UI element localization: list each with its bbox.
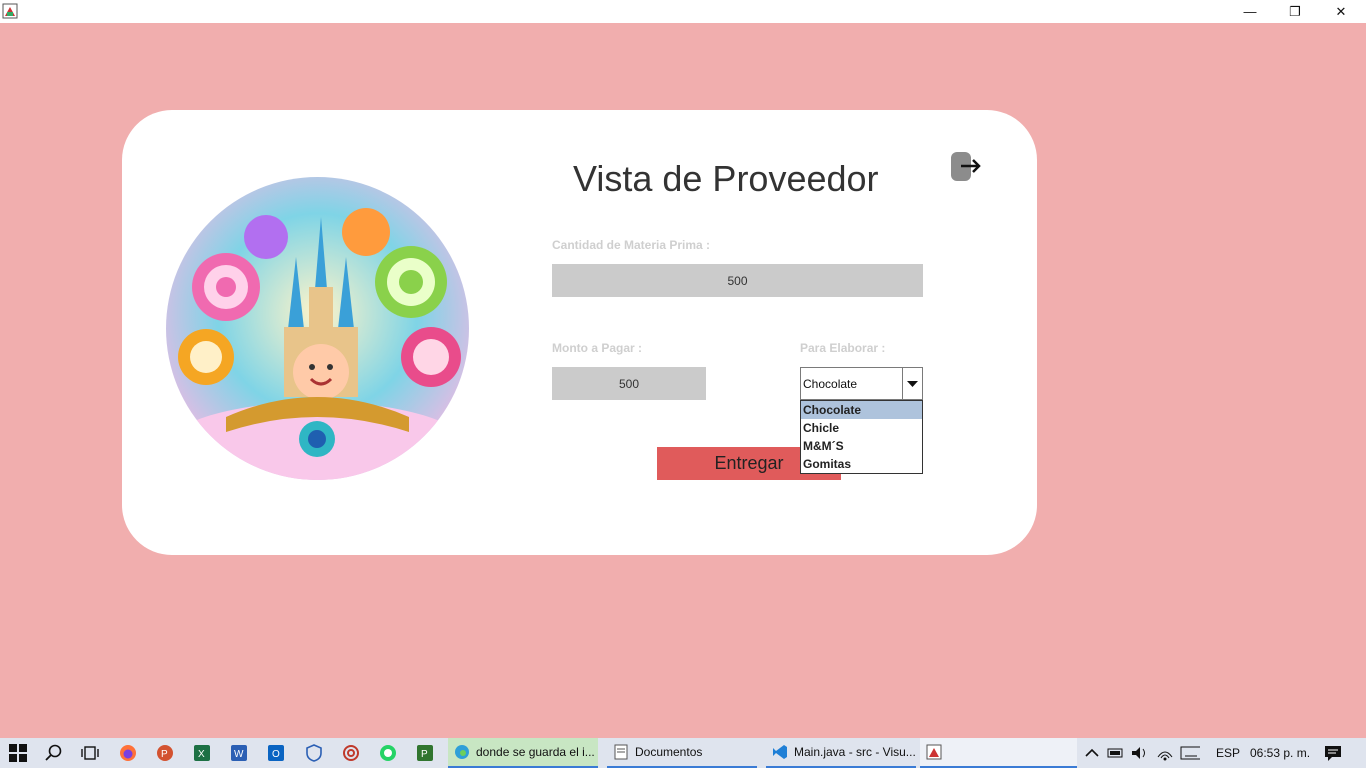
firefox-icon[interactable]: [118, 743, 138, 763]
whatsapp-icon[interactable]: [378, 743, 398, 763]
minimize-button[interactable]: —: [1227, 0, 1273, 23]
notifications-icon[interactable]: [1323, 743, 1343, 763]
make-label: Para Elaborar :: [800, 341, 886, 355]
quantity-field[interactable]: 500: [552, 264, 923, 297]
svg-text:X: X: [198, 749, 205, 760]
chevron-down-icon[interactable]: [903, 368, 922, 399]
close-button[interactable]: ✕: [1318, 0, 1364, 23]
task-view-icon[interactable]: [80, 743, 100, 763]
taskbar-task-vscode[interactable]: Main.java - src - Visu...: [766, 738, 916, 768]
product-select[interactable]: Chocolate: [800, 367, 923, 400]
taskbar: P X W O P donde se guarda el i... Docume…: [0, 738, 1366, 768]
product-dropdown-list: Chocolate Chicle M&M´S Gomitas: [800, 400, 923, 474]
excel-icon[interactable]: X: [192, 743, 212, 763]
taskbar-task-java-app[interactable]: [920, 738, 1077, 768]
dropdown-option-gomitas[interactable]: Gomitas: [801, 455, 922, 473]
project-icon[interactable]: P: [415, 743, 435, 763]
taskbar-task-label: Main.java - src - Visu...: [794, 745, 916, 759]
volume-icon[interactable]: [1130, 743, 1150, 763]
candy-castle-image: [166, 177, 469, 480]
taskbar-task-label: Documentos: [635, 745, 703, 759]
window-titlebar: — ❐ ✕: [0, 0, 1366, 23]
clock[interactable]: 06:53 p. m.: [1250, 738, 1310, 768]
defender-icon[interactable]: [304, 743, 324, 763]
word-icon[interactable]: W: [229, 743, 249, 763]
taskbar-task-label: donde se guarda el i...: [476, 745, 595, 759]
exit-icon: [951, 152, 981, 181]
powerpoint-icon[interactable]: P: [155, 743, 175, 763]
product-select-value: Chocolate: [801, 368, 903, 399]
maximize-button[interactable]: ❐: [1272, 0, 1318, 23]
svg-text:O: O: [272, 749, 280, 760]
amount-label: Monto a Pagar :: [552, 341, 643, 355]
outlook-icon[interactable]: O: [266, 743, 286, 763]
exit-button[interactable]: [950, 151, 982, 183]
java-app-icon: [926, 744, 942, 760]
page-title: Vista de Proveedor: [573, 158, 879, 199]
quantity-label: Cantidad de Materia Prima :: [552, 238, 711, 252]
spiral-app-icon[interactable]: [341, 743, 361, 763]
svg-text:P: P: [161, 749, 168, 760]
document-icon: [613, 744, 629, 760]
dropdown-option-mms[interactable]: M&M´S: [801, 437, 922, 455]
windows-start-icon[interactable]: [8, 743, 28, 763]
taskbar-task-documents[interactable]: Documentos: [607, 738, 757, 768]
svg-text:W: W: [234, 749, 244, 760]
language-indicator[interactable]: ESP: [1216, 738, 1240, 768]
vscode-icon: [772, 744, 788, 760]
search-icon[interactable]: [44, 743, 64, 763]
dropdown-option-chocolate[interactable]: Chocolate: [801, 401, 922, 419]
java-app-icon: [2, 3, 18, 19]
keyboard-icon[interactable]: [1180, 743, 1200, 763]
dropdown-option-chicle[interactable]: Chicle: [801, 419, 922, 437]
edge-icon: [454, 744, 470, 760]
chevron-up-icon[interactable]: [1082, 743, 1102, 763]
taskbar-task-browser[interactable]: donde se guarda el i...: [448, 738, 598, 768]
svg-text:P: P: [421, 749, 428, 760]
amount-field[interactable]: 500: [552, 367, 706, 400]
battery-icon[interactable]: [1106, 743, 1126, 763]
wifi-icon[interactable]: [1155, 743, 1175, 763]
